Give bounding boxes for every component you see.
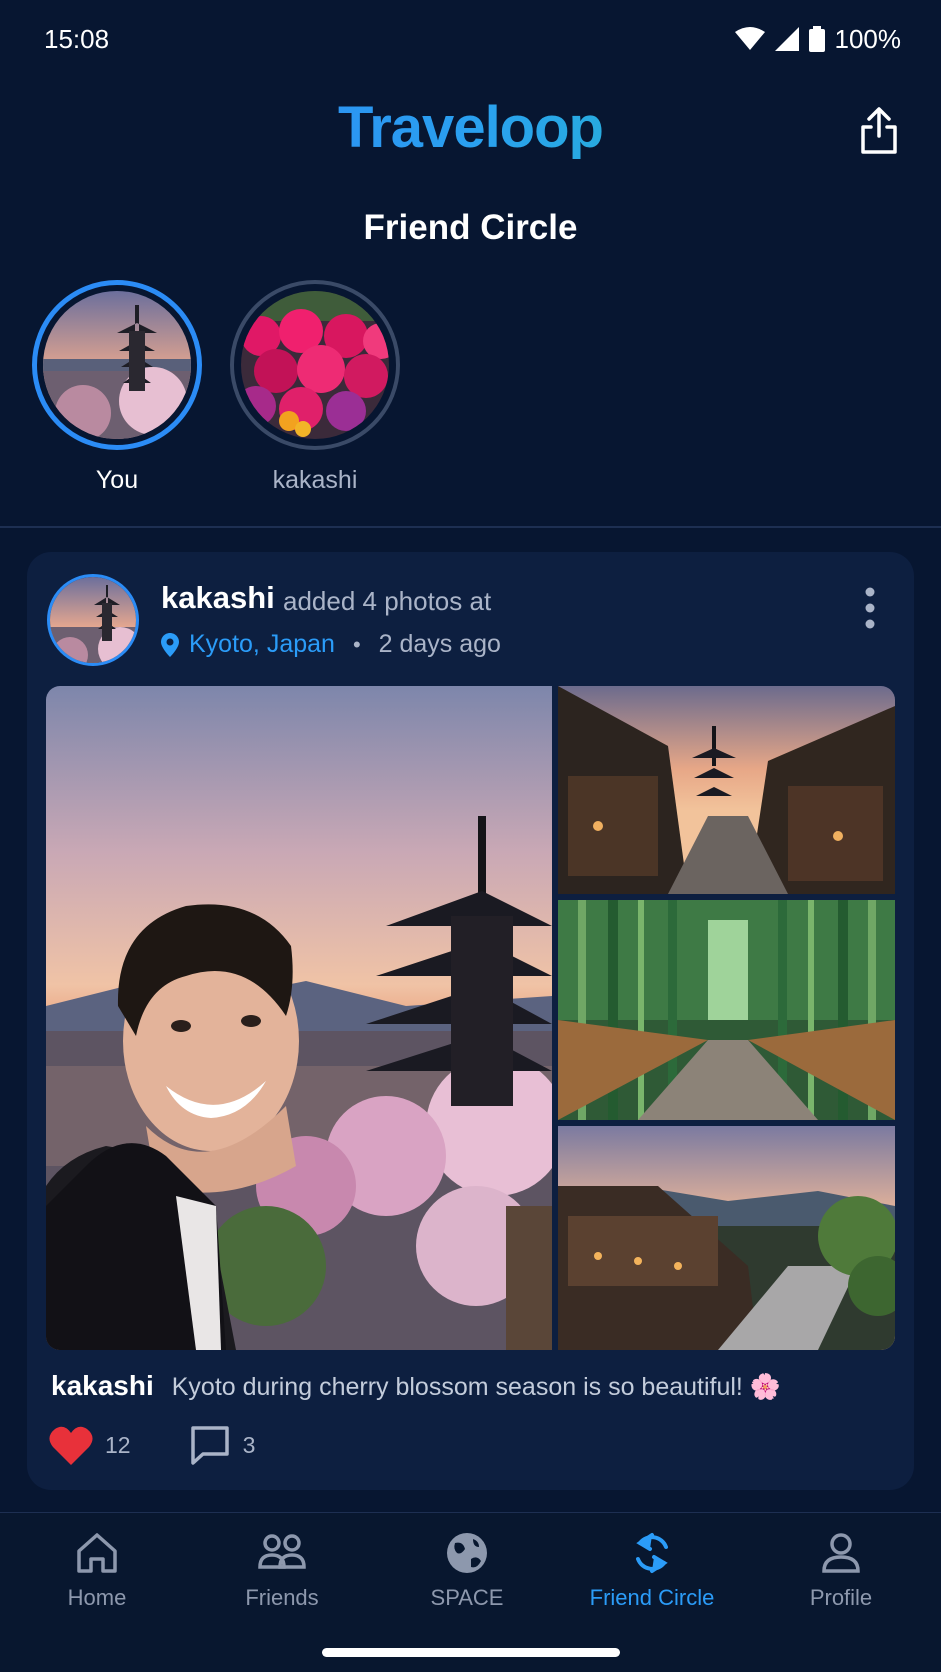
photo-street[interactable] xyxy=(558,686,895,894)
app-header: Traveloop xyxy=(0,88,941,178)
more-vertical-icon xyxy=(865,587,875,629)
caption-text: Kyoto during cherry blossom season is so… xyxy=(171,1373,781,1401)
photo-bamboo[interactable] xyxy=(558,900,895,1120)
profile-icon xyxy=(822,1533,860,1573)
story-avatar xyxy=(43,291,191,439)
story-you[interactable]: You xyxy=(32,280,202,495)
nav-label: Friend Circle xyxy=(589,1585,715,1610)
sync-icon xyxy=(636,1533,668,1573)
status-time: 15:08 xyxy=(44,23,110,54)
post-author-name[interactable]: kakashi xyxy=(161,580,275,616)
story-label: You xyxy=(95,466,139,494)
divider xyxy=(0,526,941,528)
meta-separator: • xyxy=(352,631,361,657)
friends-icon xyxy=(258,1534,306,1569)
page-title: Friend Circle xyxy=(363,208,578,247)
post-meta: Kyoto, Japan • 2 days ago xyxy=(161,630,501,659)
story-ring xyxy=(230,280,400,450)
nav-home[interactable]: Home xyxy=(12,1531,182,1611)
nav-friends[interactable]: Friends xyxy=(197,1531,367,1611)
app-logo: Traveloop xyxy=(0,94,941,161)
post-action-text: added 4 photos at xyxy=(283,586,492,616)
more-options-button[interactable] xyxy=(860,586,880,630)
wifi-icon xyxy=(734,27,765,50)
story-avatar xyxy=(241,291,389,439)
status-bar: 15:08 100% xyxy=(0,0,941,78)
post-timestamp: 2 days ago xyxy=(378,630,501,658)
comment-icon xyxy=(190,1426,229,1465)
post-caption: kakashi Kyoto during cherry blossom seas… xyxy=(51,1370,781,1402)
share-icon xyxy=(861,107,897,154)
caption-author[interactable]: kakashi xyxy=(51,1370,154,1402)
comment-count: 3 xyxy=(242,1431,256,1458)
like-count: 12 xyxy=(105,1431,131,1458)
nav-label: Friends xyxy=(245,1585,319,1610)
friend-stories: You kakashi xyxy=(32,280,400,495)
location-pin-icon xyxy=(161,632,179,657)
nav-label: Home xyxy=(67,1585,127,1610)
status-icons: 100% xyxy=(734,23,902,55)
nav-friend-circle[interactable]: Friend Circle xyxy=(567,1531,737,1611)
signal-icon xyxy=(774,27,799,51)
nav-label: Profile xyxy=(809,1585,873,1610)
home-indicator[interactable] xyxy=(322,1648,620,1657)
nav-profile[interactable]: Profile xyxy=(756,1531,926,1611)
battery-icon xyxy=(808,26,825,52)
photo-river[interactable] xyxy=(558,1126,895,1350)
comment-button[interactable]: 3 xyxy=(189,1424,256,1466)
post-author-avatar[interactable] xyxy=(47,574,139,666)
nav-space[interactable]: SPACE xyxy=(382,1531,552,1611)
battery-level: 100% xyxy=(834,23,902,54)
story-ring xyxy=(32,280,202,450)
photo-main[interactable] xyxy=(46,686,552,1350)
heart-icon[interactable] xyxy=(49,1425,93,1465)
globe-icon xyxy=(447,1533,487,1573)
share-button[interactable] xyxy=(857,106,901,156)
post-location[interactable]: Kyoto, Japan xyxy=(189,630,335,659)
post-reactions: 12 3 xyxy=(49,1424,255,1466)
story-label: kakashi xyxy=(272,466,358,494)
photo-grid xyxy=(46,686,895,1350)
story-kakashi[interactable]: kakashi xyxy=(230,280,400,495)
nav-label: SPACE xyxy=(430,1585,504,1610)
post-card: kakashi added 4 photos at Kyoto, Japan •… xyxy=(27,552,914,1490)
home-icon xyxy=(77,1533,117,1573)
